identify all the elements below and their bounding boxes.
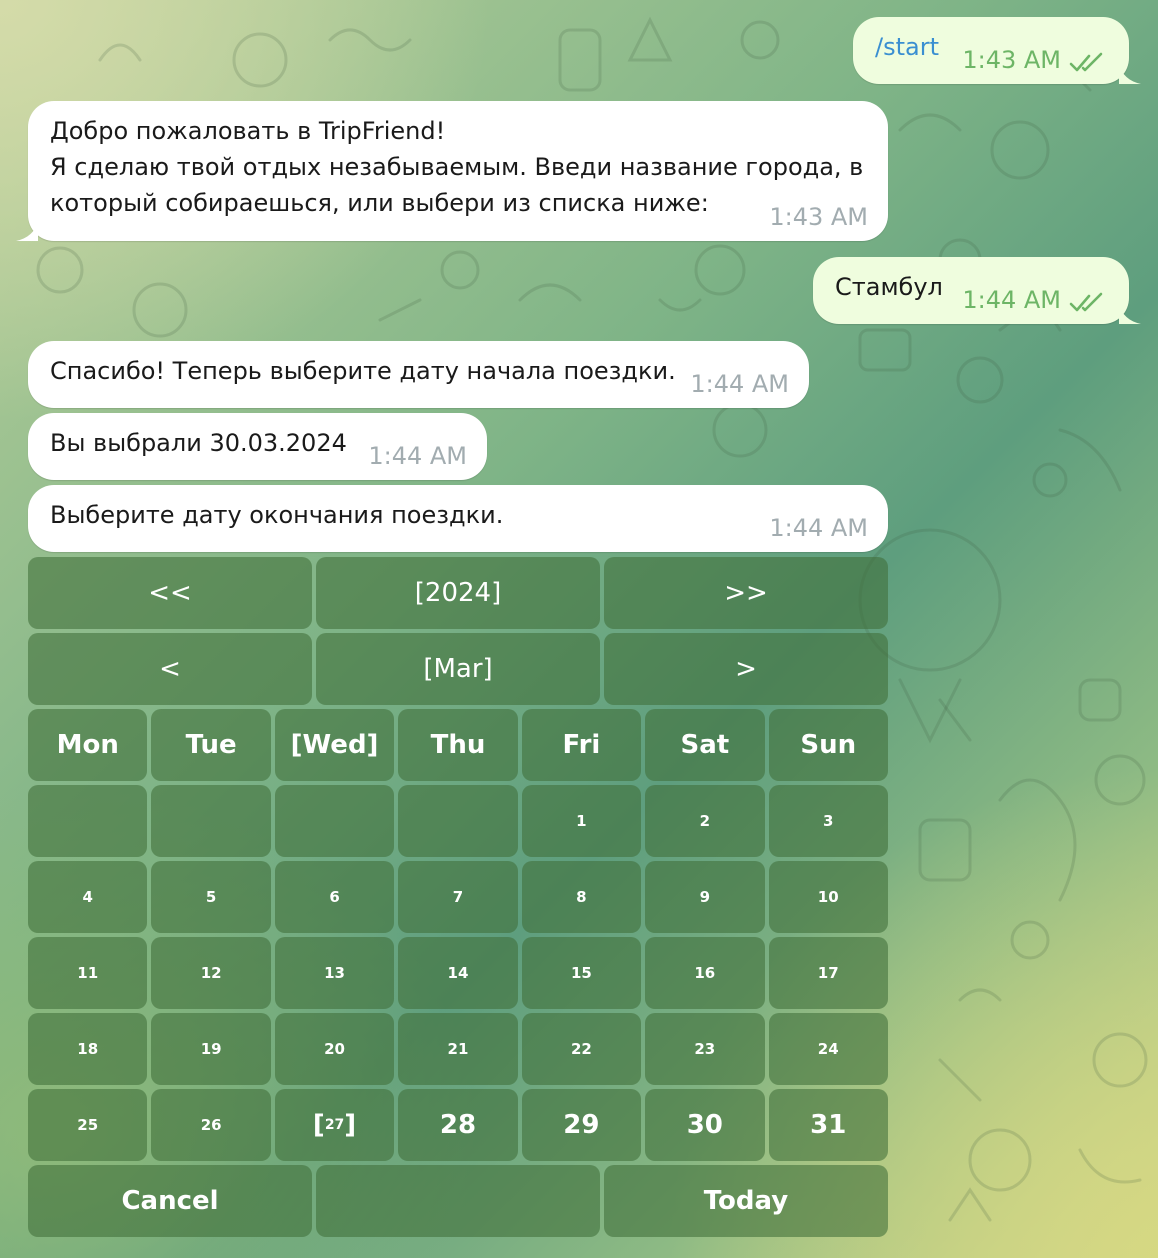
bubble-tail <box>1119 64 1141 84</box>
weekday-thu[interactable]: Thu <box>398 709 518 781</box>
day-button[interactable]: 6 <box>274 861 395 933</box>
next-year-button[interactable]: >> <box>604 557 888 629</box>
weekday-row: Mon Tue [Wed] Thu Fri Sat Sun <box>28 709 888 781</box>
today-button[interactable]: Today <box>604 1165 888 1237</box>
read-double-check-icon <box>1069 52 1103 72</box>
day-button[interactable]: 8 <box>521 861 642 933</box>
read-double-check-icon <box>1069 292 1103 312</box>
day-button[interactable]: 23 <box>645 1013 765 1085</box>
day-button[interactable]: 17 <box>768 937 888 1009</box>
message-text: Спасибо! Теперь выберите дату начала пое… <box>50 357 676 385</box>
day-button[interactable] <box>274 785 395 857</box>
week-row: 25 26 [27] 28 29 30 31 <box>28 1089 888 1161</box>
day-button[interactable] <box>28 785 148 857</box>
day-button[interactable]: 19 <box>151 1013 271 1085</box>
day-button[interactable]: 4 <box>28 861 148 933</box>
message-start-command[interactable]: /start 1:43 AM <box>853 17 1141 84</box>
message-text[interactable]: /start <box>875 33 939 61</box>
day-button[interactable]: 22 <box>521 1013 642 1085</box>
message-time: 1:44 AM <box>962 286 1061 314</box>
message-time: 1:43 AM <box>962 46 1061 74</box>
day-button[interactable]: 18 <box>28 1013 148 1085</box>
day-button[interactable]: 1 <box>521 785 642 857</box>
day-button-today[interactable]: [27] <box>274 1089 395 1161</box>
message-time: 1:44 AM <box>368 442 467 470</box>
message-choose-end-date[interactable]: Выберите дату окончания поездки. 1:44 AM <box>28 485 888 552</box>
day-button[interactable]: 20 <box>274 1013 395 1085</box>
message-city[interactable]: Стамбул 1:44 AM <box>813 257 1141 324</box>
day-button[interactable]: 30 <box>645 1089 765 1161</box>
day-button[interactable]: 14 <box>398 937 518 1009</box>
day-button[interactable]: 12 <box>151 937 271 1009</box>
month-button[interactable]: [Mar] <box>316 633 600 705</box>
weekday-sat[interactable]: Sat <box>645 709 765 781</box>
weekday-wed[interactable]: [Wed] <box>274 709 395 781</box>
message-time: 1:43 AM <box>769 203 868 231</box>
day-button[interactable]: 16 <box>645 937 765 1009</box>
message-choose-start-date[interactable]: Спасибо! Теперь выберите дату начала пое… <box>28 341 809 408</box>
message-time: 1:44 AM <box>690 370 789 398</box>
bubble-tail <box>16 221 38 241</box>
message-line: который собираешься, или выбери из списк… <box>50 189 709 217</box>
day-button[interactable]: 7 <box>398 861 518 933</box>
message-text: Вы выбрали 30.03.2024 <box>50 429 347 457</box>
empty-button[interactable] <box>316 1165 600 1237</box>
day-button[interactable]: 29 <box>521 1089 642 1161</box>
week-row: 11 12 13 14 15 16 17 <box>28 937 888 1009</box>
weekday-sun[interactable]: Sun <box>768 709 888 781</box>
week-row: 4 5 6 7 8 9 10 <box>28 861 888 933</box>
message-selected-date[interactable]: Вы выбрали 30.03.2024 1:44 AM <box>28 413 487 480</box>
day-button[interactable]: 10 <box>768 861 888 933</box>
action-row: Cancel Today <box>28 1165 888 1237</box>
cancel-button[interactable]: Cancel <box>28 1165 312 1237</box>
day-button[interactable]: 5 <box>151 861 271 933</box>
prev-year-button[interactable]: << <box>28 557 312 629</box>
message-line: Я сделаю твой отдых незабываемым. Введи … <box>50 153 864 181</box>
day-button[interactable]: 13 <box>274 937 395 1009</box>
year-row: << [2024] >> <box>28 557 888 629</box>
calendar-inline-keyboard: << [2024] >> < [Mar] > Mon Tue [Wed] Thu… <box>28 557 888 1241</box>
day-button[interactable]: 31 <box>768 1089 888 1161</box>
message-time: 1:44 AM <box>769 514 868 542</box>
day-button[interactable]: 3 <box>768 785 888 857</box>
day-button[interactable]: 11 <box>28 937 148 1009</box>
day-button[interactable]: 9 <box>645 861 765 933</box>
message-text: Выберите дату окончания поездки. <box>50 501 504 529</box>
prev-month-button[interactable]: < <box>28 633 312 705</box>
day-button[interactable]: 28 <box>398 1089 518 1161</box>
today-day-number: 27 <box>324 1117 345 1133</box>
month-row: < [Mar] > <box>28 633 888 705</box>
day-button[interactable]: 25 <box>28 1089 148 1161</box>
weekday-fri[interactable]: Fri <box>521 709 642 781</box>
weekday-mon[interactable]: Mon <box>28 709 148 781</box>
day-button[interactable] <box>398 785 518 857</box>
message-line: Добро пожаловать в TripFriend! <box>50 117 446 145</box>
day-button[interactable]: 15 <box>521 937 642 1009</box>
year-button[interactable]: [2024] <box>316 557 600 629</box>
day-button[interactable]: 2 <box>645 785 765 857</box>
message-text: Стамбул <box>835 273 943 301</box>
message-welcome[interactable]: Добро пожаловать в TripFriend! Я сделаю … <box>16 101 888 241</box>
day-button[interactable] <box>151 785 271 857</box>
weekday-tue[interactable]: Tue <box>151 709 271 781</box>
week-row: 18 19 20 21 22 23 24 <box>28 1013 888 1085</box>
day-button[interactable]: 24 <box>768 1013 888 1085</box>
day-button[interactable]: 26 <box>151 1089 271 1161</box>
day-button[interactable]: 21 <box>398 1013 518 1085</box>
next-month-button[interactable]: > <box>604 633 888 705</box>
week-row: 1 2 3 <box>28 785 888 857</box>
bubble-tail <box>1119 304 1141 324</box>
